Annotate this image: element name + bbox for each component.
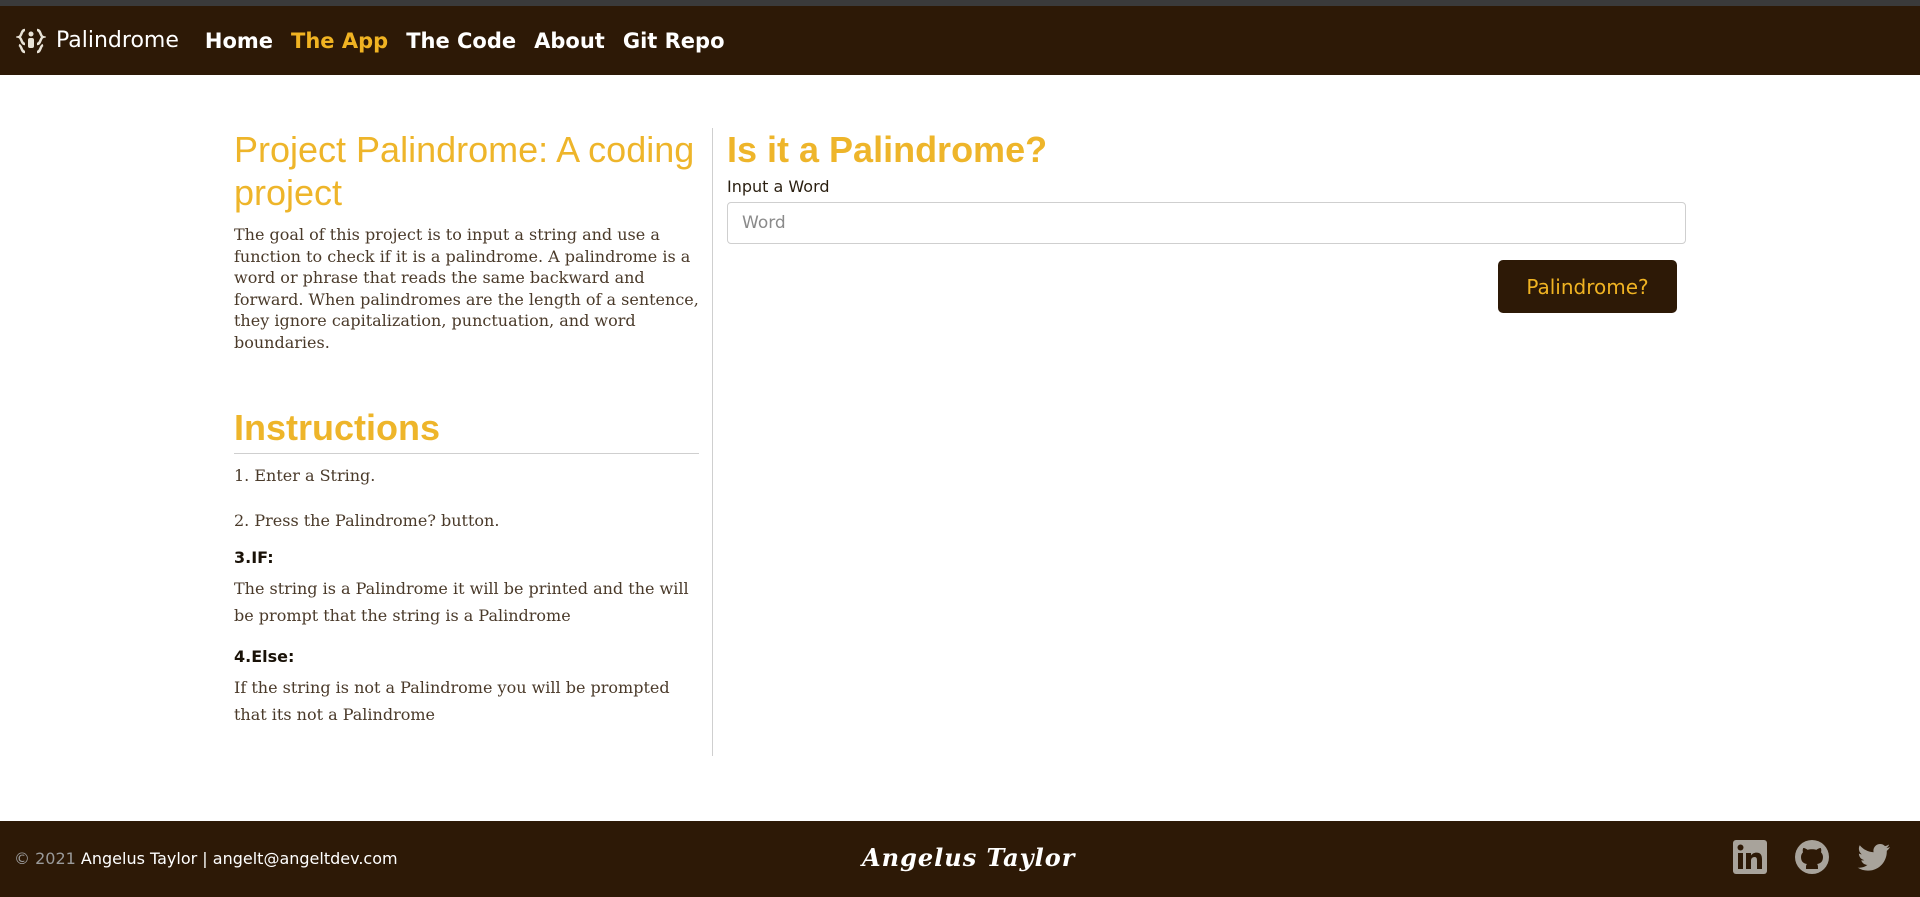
column-divider	[712, 128, 713, 756]
word-input[interactable]	[727, 202, 1686, 244]
instruction-step-3-text: The string is a Palindrome it will be pr…	[234, 579, 689, 625]
instructions-title: Instructions	[234, 407, 699, 454]
social-links	[1706, 839, 1892, 875]
code-braces-icon	[16, 28, 46, 53]
footer: © 2021 Angelus Taylor | angelt@angeltdev…	[0, 821, 1920, 897]
instruction-step-3-label: 3.IF:	[234, 548, 274, 567]
brand[interactable]: Palindrome	[16, 26, 179, 56]
instruction-step-2: 2. Press the Palindrome? button.	[234, 511, 500, 530]
instruction-step-4-text: If the string is not a Palindrome you wi…	[234, 678, 670, 724]
instruction-step-1: 1. Enter a String.	[234, 466, 376, 485]
project-info-column: Project Palindrome: A coding project The…	[234, 128, 699, 728]
nav-about[interactable]: About	[534, 29, 605, 53]
project-description: The goal of this project is to input a s…	[234, 225, 699, 352]
nav-home[interactable]: Home	[205, 29, 273, 53]
brand-name: Palindrome	[56, 28, 179, 53]
nav-git-repo[interactable]: Git Repo	[623, 29, 725, 53]
palindrome-button[interactable]: Palindrome?	[1498, 260, 1677, 313]
project-title: Project Palindrome: A coding project	[234, 129, 695, 213]
copyright-year: © 2021	[14, 849, 76, 868]
linkedin-icon[interactable]	[1732, 839, 1768, 875]
copyright: © 2021 Angelus Taylor | angelt@angeltdev…	[14, 849, 398, 868]
github-icon[interactable]	[1794, 839, 1830, 875]
app-title: Is it a Palindrome?	[727, 129, 1048, 170]
signature-logo: Angelus Taylor	[862, 843, 1076, 872]
input-label: Input a Word	[727, 177, 830, 196]
nav-the-app[interactable]: The App	[291, 29, 388, 53]
copyright-owner: Angelus Taylor | angelt@angeltdev.com	[80, 849, 398, 868]
navbar: Palindrome Home The App The Code About G…	[0, 6, 1920, 75]
nav-the-code[interactable]: The Code	[406, 29, 516, 53]
instruction-step-4-label: 4.Else:	[234, 647, 295, 666]
twitter-icon[interactable]	[1856, 839, 1892, 875]
app-column: Is it a Palindrome? Input a Word Palindr…	[727, 128, 1687, 313]
nav-links: Home The App The Code About Git Repo	[205, 29, 743, 53]
